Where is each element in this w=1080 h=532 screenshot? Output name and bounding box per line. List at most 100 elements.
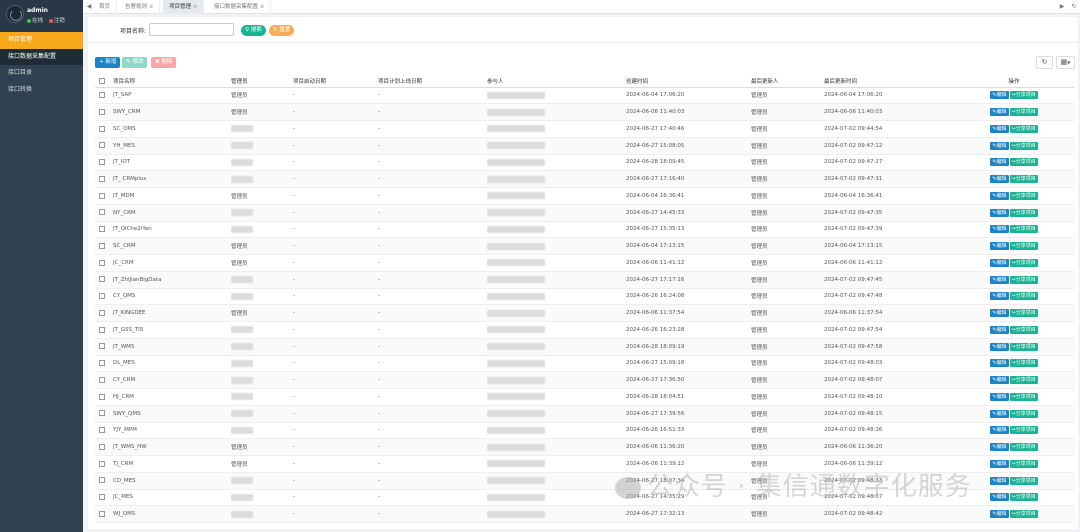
row-checkbox[interactable] xyxy=(99,460,105,467)
row-share-button[interactable]: ↪分享项目 xyxy=(1009,208,1038,217)
row-checkbox[interactable] xyxy=(99,175,105,182)
row-checkbox[interactable] xyxy=(99,108,105,115)
row-checkbox[interactable] xyxy=(99,142,105,149)
table-row[interactable]: JT_ CRMplus - - 2024-06-27 17:16:40 管理员 2024-… xyxy=(95,170,1074,188)
row-edit-button[interactable]: ✎编辑 xyxy=(990,409,1009,418)
row-checkbox[interactable] xyxy=(99,326,105,333)
row-edit-button[interactable]: ✎编辑 xyxy=(990,191,1009,200)
table-row[interactable]: JT_MDM 管理员 - -2024-06-04 16:36:41 管理员 2024-06… xyxy=(95,187,1074,205)
row-share-button[interactable]: ↪分享项目 xyxy=(1009,426,1038,435)
row-checkbox[interactable] xyxy=(99,343,105,350)
row-share-button[interactable]: ↪分享项目 xyxy=(1009,409,1038,418)
row-checkbox[interactable] xyxy=(99,192,105,199)
add-button[interactable]: + 新增 xyxy=(95,57,121,68)
tab-scroll-right-icon[interactable]: ▶ xyxy=(1056,0,1068,14)
tab-2[interactable]: 项目管理 ⊗ xyxy=(163,0,205,14)
table-row[interactable]: JT_SAP 管理员 - -2024-06-04 17:06:20 管理员 2024-06… xyxy=(95,87,1074,105)
row-checkbox[interactable] xyxy=(99,376,105,383)
row-edit-button[interactable]: ✎编辑 xyxy=(990,292,1009,301)
table-row[interactable]: SC_CRM 管理员 - -2024-06-04 17:13:15 管理员 2024-06… xyxy=(95,237,1074,255)
row-share-button[interactable]: ↪分享项目 xyxy=(1009,476,1038,485)
row-edit-button[interactable]: ✎编辑 xyxy=(990,510,1009,519)
column-header[interactable]: 管理员 xyxy=(231,75,293,88)
row-share-button[interactable]: ↪分享项目 xyxy=(1009,309,1038,318)
row-edit-button[interactable]: ✎编辑 xyxy=(990,493,1009,502)
row-share-button[interactable]: ↪分享项目 xyxy=(1009,258,1038,267)
avatar[interactable] xyxy=(6,5,24,23)
row-share-button[interactable]: ↪分享项目 xyxy=(1009,242,1038,251)
row-checkbox[interactable] xyxy=(99,209,105,216)
table-row[interactable]: CY_CRM - - 2024-06-27 17:36:50 管理员 2024-07-02… xyxy=(95,371,1074,389)
table-row[interactable]: YH_MES - - 2024-06-27 15:08:05 管理员 2024-07-02… xyxy=(95,137,1074,155)
row-edit-button[interactable]: ✎编辑 xyxy=(990,108,1009,117)
row-edit-button[interactable]: ✎编辑 xyxy=(990,392,1009,401)
row-checkbox[interactable] xyxy=(99,293,105,300)
row-share-button[interactable]: ↪分享项目 xyxy=(1009,510,1038,519)
table-row[interactable]: JT_QiChe2iYan - - 2024-06-27 15:35:13 管理员 202… xyxy=(95,221,1074,239)
tab-0[interactable]: 首页 xyxy=(93,0,118,14)
row-share-button[interactable]: ↪分享项目 xyxy=(1009,392,1038,401)
close-tab-icon[interactable]: ⊗ xyxy=(193,4,197,10)
row-edit-button[interactable]: ✎编辑 xyxy=(990,141,1009,150)
row-share-button[interactable]: ↪分享项目 xyxy=(1009,225,1038,234)
row-edit-button[interactable]: ✎编辑 xyxy=(990,443,1009,452)
column-header[interactable]: 操作 xyxy=(954,75,1074,88)
row-edit-button[interactable]: ✎编辑 xyxy=(990,275,1009,284)
row-edit-button[interactable]: ✎编辑 xyxy=(990,426,1009,435)
select-all-checkbox[interactable] xyxy=(99,77,105,84)
row-share-button[interactable]: ↪分享项目 xyxy=(1009,124,1038,133)
row-share-button[interactable]: ↪分享项目 xyxy=(1009,141,1038,150)
reset-button[interactable]: ↻ 重置 xyxy=(269,25,295,36)
project-name-input[interactable] xyxy=(149,23,234,36)
row-checkbox[interactable] xyxy=(99,226,105,233)
table-row[interactable]: YJY_MPM - - 2024-06-26 16:51:33 管理员 2024-07-0… xyxy=(95,422,1074,440)
table-row[interactable]: SWY_CRM 管理员 - -2024-06-06 11:40:03 管理员 2024-0… xyxy=(95,103,1074,121)
row-share-button[interactable]: ↪分享项目 xyxy=(1009,158,1038,167)
column-header[interactable]: 参与人 xyxy=(487,75,626,88)
row-checkbox[interactable] xyxy=(99,360,105,367)
row-checkbox[interactable] xyxy=(99,427,105,434)
table-row[interactable]: SC_QMS - - 2024-06-27 17:40:46 管理员 2024-07-02… xyxy=(95,120,1074,138)
close-tab-icon[interactable]: ⊗ xyxy=(149,4,153,10)
refresh-tab-icon[interactable]: ↻ xyxy=(1068,0,1080,14)
row-share-button[interactable]: ↪分享项目 xyxy=(1009,443,1038,452)
row-share-button[interactable]: ↪分享项目 xyxy=(1009,359,1038,368)
search-button[interactable]: ⚲ 搜索 xyxy=(241,25,266,36)
row-share-button[interactable]: ↪分享项目 xyxy=(1009,292,1038,301)
row-edit-button[interactable]: ✎编辑 xyxy=(990,225,1009,234)
row-edit-button[interactable]: ✎编辑 xyxy=(990,359,1009,368)
row-edit-button[interactable]: ✎编辑 xyxy=(990,258,1009,267)
table-row[interactable]: SWY_QMS - - 2024-06-27 17:39:56 管理员 2024-07-0… xyxy=(95,405,1074,423)
row-checkbox[interactable] xyxy=(99,159,105,166)
row-edit-button[interactable]: ✎编辑 xyxy=(990,124,1009,133)
table-row[interactable]: WJ_QMS - - 2024-06-27 17:32:13 管理员 2024-07-02… xyxy=(95,505,1074,523)
column-header[interactable]: 最后更新时间 xyxy=(824,75,954,88)
row-edit-button[interactable]: ✎编辑 xyxy=(990,242,1009,251)
row-edit-button[interactable]: ✎编辑 xyxy=(990,158,1009,167)
row-share-button[interactable]: ↪分享项目 xyxy=(1009,275,1038,284)
row-share-button[interactable]: ↪分享项目 xyxy=(1009,376,1038,385)
table-row[interactable]: CY_QMS - - 2024-06-26 16:24:08 管理员 2024-07-02… xyxy=(95,288,1074,306)
sidebar-item-3[interactable]: 接口转换 xyxy=(0,82,83,99)
table-row[interactable]: JT_IOT - - 2024-06-28 18:09:45 管理员 2024-07-02… xyxy=(95,154,1074,172)
close-tab-icon[interactable]: ⊗ xyxy=(260,4,264,10)
row-checkbox[interactable] xyxy=(99,477,105,484)
column-header[interactable]: 项目名称 xyxy=(113,75,231,88)
column-header[interactable]: 最后更新人 xyxy=(751,75,824,88)
row-edit-button[interactable]: ✎编辑 xyxy=(990,175,1009,184)
table-row[interactable]: NY_CRM - - 2024-06-27 14:45:33 管理员 2024-07-02… xyxy=(95,204,1074,222)
row-edit-button[interactable]: ✎编辑 xyxy=(990,208,1009,217)
tab-1[interactable]: 告警规则 ⊗ xyxy=(119,0,161,14)
row-edit-button[interactable]: ✎编辑 xyxy=(990,476,1009,485)
row-share-button[interactable]: ↪分享项目 xyxy=(1009,108,1038,117)
row-checkbox[interactable] xyxy=(99,92,105,99)
tab-3[interactable]: 接口数据采集配置 ⊗ xyxy=(208,0,272,14)
table-row[interactable]: JT_GSS_TIS - - 2024-06-26 16:23:28 管理员 2024-0… xyxy=(95,321,1074,339)
row-edit-button[interactable]: ✎编辑 xyxy=(990,376,1009,385)
row-share-button[interactable]: ↪分享项目 xyxy=(1009,342,1038,351)
row-edit-button[interactable]: ✎编辑 xyxy=(990,91,1009,100)
row-edit-button[interactable]: ✎编辑 xyxy=(990,459,1009,468)
row-edit-button[interactable]: ✎编辑 xyxy=(990,342,1009,351)
row-checkbox[interactable] xyxy=(99,276,105,283)
column-header[interactable]: 项目计划上线日期 xyxy=(378,75,487,88)
